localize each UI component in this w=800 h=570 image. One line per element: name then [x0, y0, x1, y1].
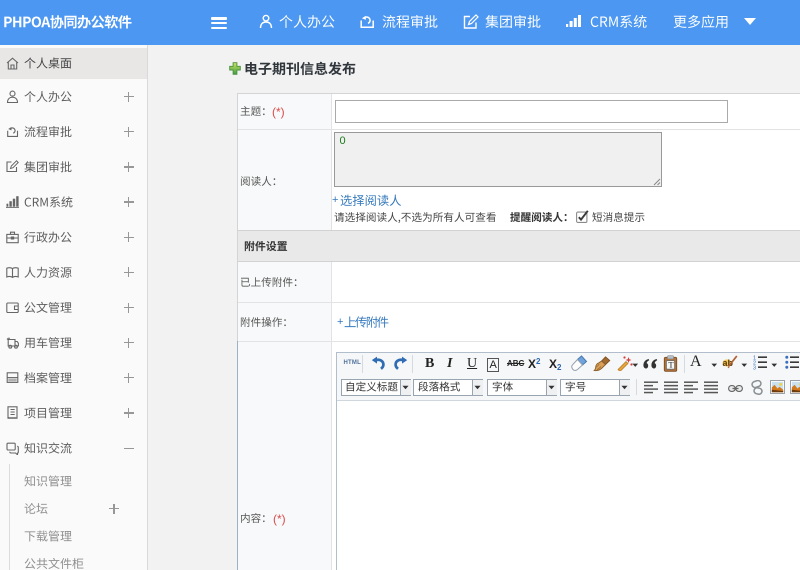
- svg-text:T: T: [668, 360, 674, 370]
- svg-text:3: 3: [753, 366, 756, 371]
